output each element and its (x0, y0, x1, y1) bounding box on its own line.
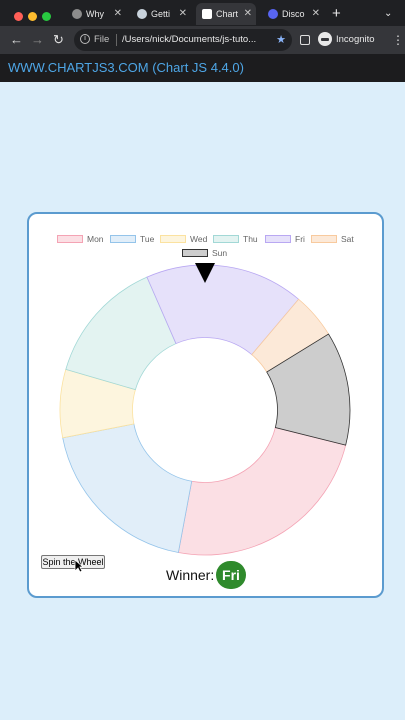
legend-label: Fri (295, 234, 305, 244)
site-title-link[interactable]: WWW.CHARTJS3.COM (Chart JS 4.4.0) (8, 60, 244, 75)
legend-swatch (57, 235, 83, 243)
incognito-icon (318, 32, 332, 47)
url-text: /Users/nick/Documents/js-tuto... (122, 34, 257, 45)
close-window-button[interactable] (14, 12, 23, 21)
incognito-label: Incognito (336, 34, 375, 45)
chart-logo-icon (202, 9, 212, 19)
close-tab-icon[interactable]: ✕ (312, 3, 320, 25)
close-tab-icon[interactable]: ✕ (244, 3, 252, 25)
legend-swatch (160, 235, 186, 243)
tab-title: Getti (151, 9, 171, 19)
discord-icon (268, 9, 278, 19)
browser-tab[interactable]: Getti ✕ (131, 3, 191, 25)
back-arrow-icon[interactable]: ← (10, 30, 23, 50)
tab-title: Chart (216, 9, 239, 19)
spin-the-wheel-button[interactable]: Spin the Wheel (41, 555, 105, 569)
forward-arrow-icon[interactable]: → (31, 30, 44, 50)
legend-label: Wed (190, 234, 208, 244)
legend-swatch (110, 235, 136, 243)
legend-swatch (311, 235, 337, 243)
browser-tab-active[interactable]: Chart ✕ (196, 3, 256, 25)
new-tab-button[interactable]: + (332, 3, 341, 25)
window-controls (14, 8, 56, 26)
legend-swatch (182, 249, 208, 257)
side-panel-icon[interactable] (300, 35, 310, 45)
legend-swatch (213, 235, 239, 243)
browser-tab[interactable]: Why ✕ (66, 3, 126, 25)
address-bar[interactable]: i File /Users/nick/Documents/js-tuto... … (74, 29, 292, 51)
winner-badge: Fri (216, 561, 246, 589)
mouse-cursor-icon (74, 559, 84, 573)
close-tab-icon[interactable]: ✕ (179, 3, 187, 25)
tab-search-icon[interactable]: ⌄ (384, 3, 392, 25)
info-icon: i (80, 34, 90, 44)
legend-label: Thu (243, 234, 258, 244)
legend-label: Sat (341, 234, 354, 244)
wordpress-icon (137, 9, 147, 19)
bookmark-star-icon[interactable]: ★ (276, 29, 286, 51)
incognito-indicator[interactable]: Incognito (318, 30, 375, 50)
legend-label: Sun (212, 248, 228, 258)
browser-menu-icon[interactable]: ⋮ (392, 31, 404, 49)
browser-toolbar: ← → ↻ i File /Users/nick/Documents/js-tu… (0, 26, 405, 54)
legend-label: Mon (87, 234, 104, 244)
winner-label: Winner: (166, 567, 215, 583)
tab-title: Disco (282, 9, 305, 19)
pointer-triangle-icon (195, 263, 215, 283)
browser-tab-strip: Why ✕ Getti ✕ Chart ✕ Disco ✕ + ⌄ (0, 0, 405, 26)
site-header: WWW.CHARTJS3.COM (Chart JS 4.4.0) (0, 54, 405, 82)
github-icon (72, 9, 82, 19)
legend-label: Tue (140, 234, 155, 244)
divider (116, 34, 117, 46)
browser-tab[interactable]: Disco ✕ (262, 3, 324, 25)
reload-icon[interactable]: ↻ (53, 30, 64, 50)
maximize-window-button[interactable] (42, 12, 51, 21)
close-tab-icon[interactable]: ✕ (114, 3, 122, 25)
minimize-window-button[interactable] (28, 12, 37, 21)
legend-swatch (265, 235, 291, 243)
file-scheme-label: File (94, 34, 110, 45)
tab-title: Why (86, 9, 104, 19)
